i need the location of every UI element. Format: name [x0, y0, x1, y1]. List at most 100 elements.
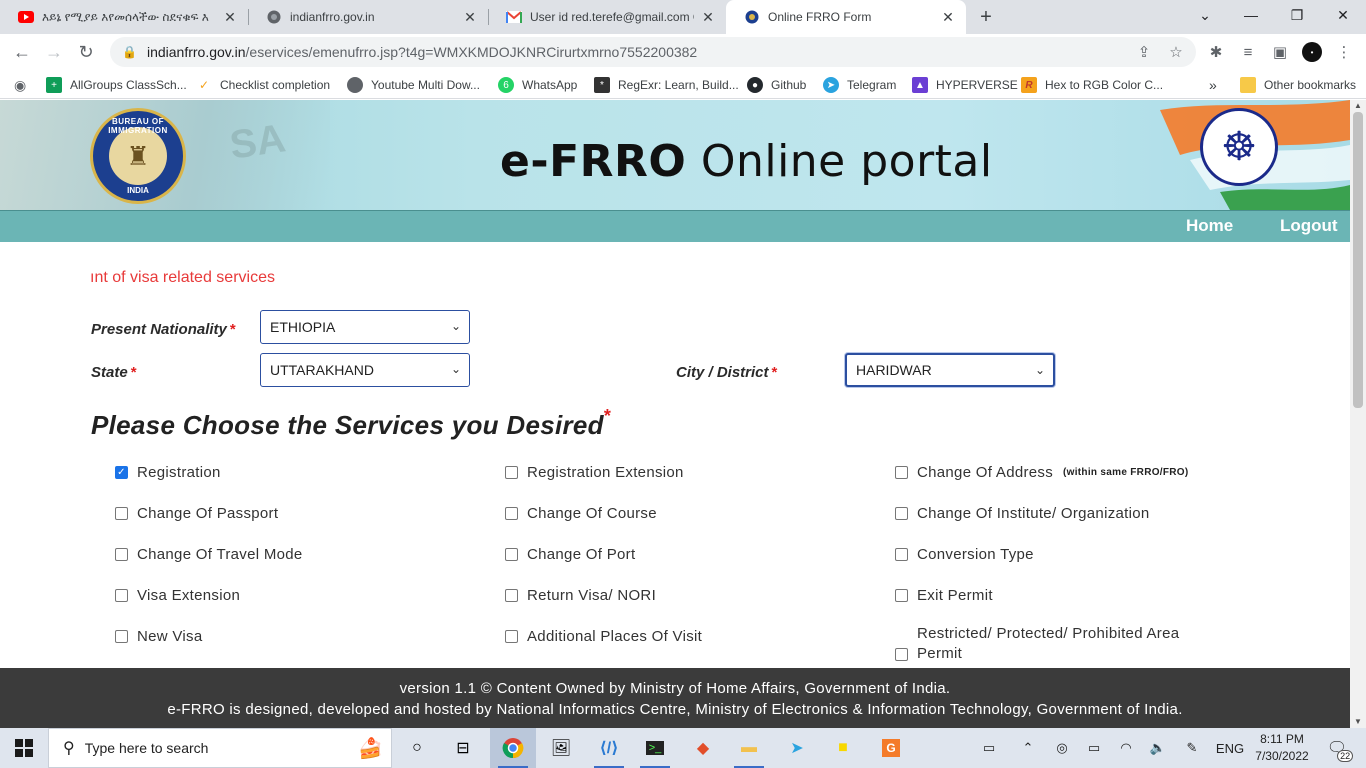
notification-center-icon[interactable]: 🗨 22	[1322, 738, 1354, 762]
service-visa-extension[interactable]: Visa Extension	[115, 587, 240, 604]
chrome-icon[interactable]	[490, 728, 536, 768]
bookmark-regexr[interactable]: * RegExr: Learn, Build...	[594, 75, 739, 95]
nationality-select[interactable]: ETHIOPIA ⌄	[260, 310, 470, 344]
close-tab-icon[interactable]: ✕	[462, 9, 478, 26]
bookmark-hyperverse[interactable]: ▲ HYPERVERSE	[912, 75, 1018, 95]
scroll-up-arrow-icon[interactable]: ▲	[1350, 100, 1366, 112]
service-change-of-address[interactable]: Change Of Address (within same FRRO/FRO)	[895, 464, 1189, 481]
service-additional-places-of-visit[interactable]: Additional Places Of Visit	[505, 628, 702, 645]
taskbar-clock[interactable]: 8:11 PM 7/30/2022	[1250, 731, 1314, 765]
service-conversion-type[interactable]: Conversion Type	[895, 546, 1034, 563]
checkbox[interactable]	[115, 589, 128, 602]
reload-icon[interactable]: ↻	[72, 38, 100, 66]
task-view-icon[interactable]: ⊟	[440, 728, 486, 768]
screen-icon[interactable]: ▭	[976, 738, 1002, 758]
service-change-of-port[interactable]: Change Of Port	[505, 546, 635, 563]
checkbox[interactable]	[115, 630, 128, 643]
logout-link[interactable]: Logout	[1280, 216, 1338, 236]
sticky-notes-icon[interactable]: ■	[820, 728, 866, 768]
checkbox[interactable]	[895, 466, 908, 479]
checkbox[interactable]	[505, 507, 518, 520]
lock-icon[interactable]: 🔒	[122, 45, 137, 59]
windows-start-icon[interactable]	[0, 728, 48, 768]
page-scrollbar[interactable]: ▲ ▼	[1350, 100, 1366, 728]
close-tab-icon[interactable]: ✕	[700, 9, 716, 26]
photos-icon[interactable]: 🖼	[538, 728, 584, 768]
service-change-of-institute[interactable]: Change Of Institute/ Organization	[895, 505, 1150, 522]
menu-kebab-icon[interactable]: ⋮	[1334, 42, 1354, 62]
checkbox[interactable]	[505, 466, 518, 479]
language-indicator[interactable]: ENG	[1212, 738, 1248, 758]
pen-icon[interactable]: ✎	[1180, 738, 1204, 758]
browser-tab-indianfrro[interactable]: indianfrro.gov.in ✕	[248, 0, 488, 34]
share-icon[interactable]: ⇪	[1134, 42, 1154, 62]
file-explorer-icon[interactable]: ▬	[726, 728, 772, 768]
service-registration-extension[interactable]: Registration Extension	[505, 464, 684, 481]
checkbox[interactable]	[505, 589, 518, 602]
profile-avatar-icon[interactable]: •	[1302, 42, 1322, 62]
service-restricted-area-permit[interactable]: Restricted/ Protected/ Prohibited Area P…	[895, 624, 1179, 664]
forward-icon[interactable]: →	[40, 38, 68, 66]
wifi-icon[interactable]: ◠	[1114, 738, 1138, 758]
tab-search-icon[interactable]: ⌄	[1182, 0, 1228, 30]
more-bookmarks-button[interactable]: »	[1209, 75, 1217, 95]
volume-icon[interactable]: 🔈	[1146, 738, 1170, 758]
cortana-icon[interactable]: ○	[394, 728, 440, 768]
browser-tab-gmail[interactable]: User id red.terefe@gmail.com OT ✕	[488, 0, 726, 34]
vscode-icon[interactable]: ⟨/⟩	[586, 728, 632, 768]
close-tab-icon[interactable]: ✕	[940, 9, 956, 26]
new-tab-button[interactable]: +	[974, 6, 998, 28]
home-link[interactable]: Home	[1186, 216, 1233, 236]
checkbox[interactable]	[895, 648, 908, 661]
service-exit-permit[interactable]: Exit Permit	[895, 587, 993, 604]
back-icon[interactable]: ←	[8, 38, 36, 66]
minimize-icon[interactable]: —	[1228, 0, 1274, 30]
meet-now-icon[interactable]: ◎	[1050, 738, 1074, 758]
pdf-app-icon[interactable]: G	[868, 728, 914, 768]
telegram-icon[interactable]: ➤	[774, 728, 820, 768]
service-registration[interactable]: ✓ Registration	[115, 464, 221, 481]
git-icon[interactable]: ◆	[680, 728, 726, 768]
checkbox[interactable]	[895, 548, 908, 561]
checkbox[interactable]	[505, 548, 518, 561]
extensions-icon[interactable]: ✱	[1206, 42, 1226, 62]
bookmark-github[interactable]: ● Github	[747, 75, 806, 95]
checkbox-checked[interactable]: ✓	[115, 466, 128, 479]
browser-tab-online-frro-form[interactable]: Online FRRO Form ✕	[726, 0, 966, 34]
bookmark-allgroups[interactable]: + AllGroups ClassSch...	[46, 75, 187, 95]
checkbox[interactable]	[115, 548, 128, 561]
address-bar[interactable]: 🔒 indianfrro.gov.in/eservices/emenufrro.…	[110, 37, 1196, 67]
city-district-select[interactable]: HARIDWAR ⌄	[845, 353, 1055, 387]
bookmark-hex-to-rgb[interactable]: R Hex to RGB Color C...	[1021, 75, 1163, 95]
close-tab-icon[interactable]: ✕	[222, 9, 238, 26]
service-new-visa[interactable]: New Visa	[115, 628, 202, 645]
bookmark-star-icon[interactable]: ☆	[1166, 42, 1186, 62]
scroll-down-arrow-icon[interactable]: ▼	[1350, 716, 1366, 728]
service-return-visa-nori[interactable]: Return Visa/ NORI	[505, 587, 656, 604]
state-select[interactable]: UTTARAKHAND ⌄	[260, 353, 470, 387]
browser-tab-youtube[interactable]: እይኔ የሚያይ እየመሰላችው ስደናቁፍ እ ✕	[0, 0, 248, 34]
service-change-of-course[interactable]: Change Of Course	[505, 505, 657, 522]
battery-icon[interactable]: ▭	[1082, 738, 1106, 758]
taskbar-search-box[interactable]: ⚲ Type here to search 🍰	[48, 728, 392, 768]
bookmark-checklist[interactable]: ✓ Checklist completion	[196, 75, 330, 95]
checkbox[interactable]	[115, 507, 128, 520]
bookmark-label: Telegram	[847, 78, 897, 92]
side-panel-icon[interactable]: ▣	[1270, 42, 1290, 62]
bookmark-telegram[interactable]: ➤ Telegram	[823, 75, 896, 95]
apps-icon[interactable]: ◉	[14, 75, 26, 95]
checkbox[interactable]	[505, 630, 518, 643]
close-window-icon[interactable]: ✕	[1320, 0, 1366, 30]
service-change-of-passport[interactable]: Change Of Passport	[115, 505, 278, 522]
reading-list-icon[interactable]: ≡	[1238, 42, 1258, 62]
scrollbar-thumb[interactable]	[1353, 112, 1363, 408]
bookmark-whatsapp[interactable]: 6 WhatsApp	[498, 75, 577, 95]
bookmark-youtube-downloader[interactable]: Youtube Multi Dow...	[347, 75, 480, 95]
terminal-icon[interactable]: >_	[632, 728, 678, 768]
restore-icon[interactable]: ❐	[1274, 0, 1320, 30]
service-change-of-travel-mode[interactable]: Change Of Travel Mode	[115, 546, 303, 563]
checkbox[interactable]	[895, 589, 908, 602]
checkbox[interactable]	[895, 507, 908, 520]
show-hidden-icons-chevron-icon[interactable]: ⌃	[1018, 738, 1038, 758]
other-bookmarks[interactable]: Other bookmarks	[1240, 75, 1356, 95]
